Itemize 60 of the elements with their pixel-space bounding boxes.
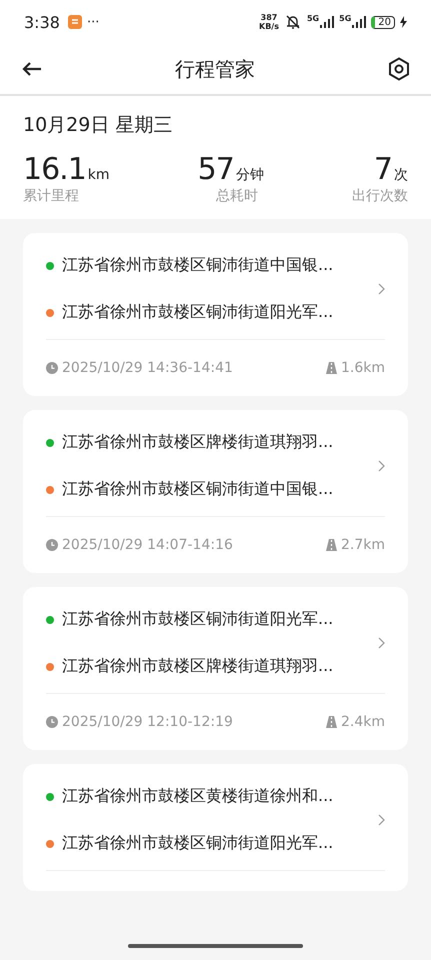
- trip-card[interactable]: 江苏省徐州市鼓楼区黄楼街道徐州和... 江苏省徐州市鼓楼区铜沛街道阳光军...: [23, 764, 408, 891]
- stat-value: 16.1: [23, 152, 86, 187]
- address-text: 江苏省徐州市鼓楼区铜沛街道阳光军...: [62, 302, 334, 323]
- app-icon: [68, 15, 82, 29]
- network-label: 5G: [306, 14, 320, 23]
- location-dot: [46, 792, 54, 800]
- trip-distance: 2.7km: [340, 537, 385, 553]
- road-icon: [326, 716, 337, 728]
- trip-distance: 2.4km: [340, 714, 385, 730]
- back-arrow-icon[interactable]: [22, 61, 42, 77]
- trip-time: 2025/10/29 14:07-14:16: [62, 537, 233, 553]
- network-speed: 387 KB/s: [259, 13, 279, 31]
- address-text: 江苏省徐州市鼓楼区牌楼街道琪翔羽...: [62, 432, 334, 453]
- address-text: 江苏省徐州市鼓楼区铜沛街道中国银...: [62, 255, 334, 276]
- clock-icon: [46, 362, 58, 374]
- location-dot: [46, 486, 54, 494]
- network-label: 5G: [339, 14, 352, 23]
- muted-bell-icon: [284, 14, 302, 30]
- trip-card[interactable]: 江苏省徐州市鼓楼区铜沛街道阳光军... 江苏省徐州市鼓楼区牌楼街道琪翔羽... 2025/10/29 12:10-12:19 2.4km: [23, 587, 408, 750]
- stat-label: 总耗时: [216, 187, 258, 205]
- location-dot: [46, 616, 54, 624]
- trip-time: 2025/10/29 12:10-12:19: [62, 714, 233, 730]
- stat-label: 累计里程: [23, 187, 79, 205]
- trip-distance: 1.6km: [340, 360, 385, 376]
- more-notifications: ···: [86, 14, 100, 30]
- address-text: 江苏省徐州市鼓楼区铜沛街道阳光军...: [62, 833, 334, 854]
- road-icon: [326, 539, 337, 551]
- address-text: 江苏省徐州市鼓楼区铜沛街道阳光军...: [62, 609, 334, 630]
- page-title: 行程管家: [175, 56, 255, 82]
- date-heading: 10月29日 星期三: [23, 113, 174, 138]
- stat-unit: 分钟: [236, 166, 264, 184]
- chevron-right-icon: [378, 460, 385, 472]
- location-dot: [46, 308, 54, 316]
- trip-card[interactable]: 江苏省徐州市鼓楼区牌楼街道琪翔羽... 江苏省徐州市鼓楼区铜沛街道中国银... 2025/10/29 14:07-14:16 2.7km: [23, 410, 408, 573]
- signal-icon: [320, 16, 334, 28]
- stat-value: 7: [374, 152, 392, 187]
- stat-unit: 次: [394, 166, 408, 184]
- address-text: 江苏省徐州市鼓楼区黄楼街道徐州和...: [62, 786, 334, 807]
- stat-value: 57: [198, 152, 234, 187]
- clock-icon: [46, 539, 58, 551]
- trip-card[interactable]: 江苏省徐州市鼓楼区铜沛街道中国银... 江苏省徐州市鼓楼区铜沛街道阳光军... 2025/10/29 14:36-14:41 1.6km: [23, 233, 408, 396]
- chevron-right-icon: [378, 637, 385, 649]
- address-text: 江苏省徐州市鼓楼区铜沛街道中国银...: [62, 479, 334, 500]
- clock-icon: [46, 716, 58, 728]
- stat-unit: km: [88, 167, 110, 183]
- address-text: 江苏省徐州市鼓楼区牌楼街道琪翔羽...: [62, 656, 334, 677]
- trip-time: 2025/10/29 14:36-14:41: [62, 360, 233, 376]
- stat-label: 出行次数: [352, 187, 408, 205]
- charging-icon: [400, 16, 407, 28]
- battery-indicator: 20: [371, 16, 395, 28]
- status-time: 3:38: [24, 12, 60, 32]
- location-dot: [46, 662, 54, 670]
- location-dot: [46, 840, 54, 848]
- location-dot: [46, 438, 54, 446]
- road-icon: [326, 362, 337, 374]
- signal-icon: [352, 16, 366, 28]
- settings-icon[interactable]: [388, 57, 410, 81]
- chevron-right-icon: [378, 283, 385, 295]
- chevron-right-icon: [378, 814, 385, 826]
- location-dot: [46, 262, 54, 270]
